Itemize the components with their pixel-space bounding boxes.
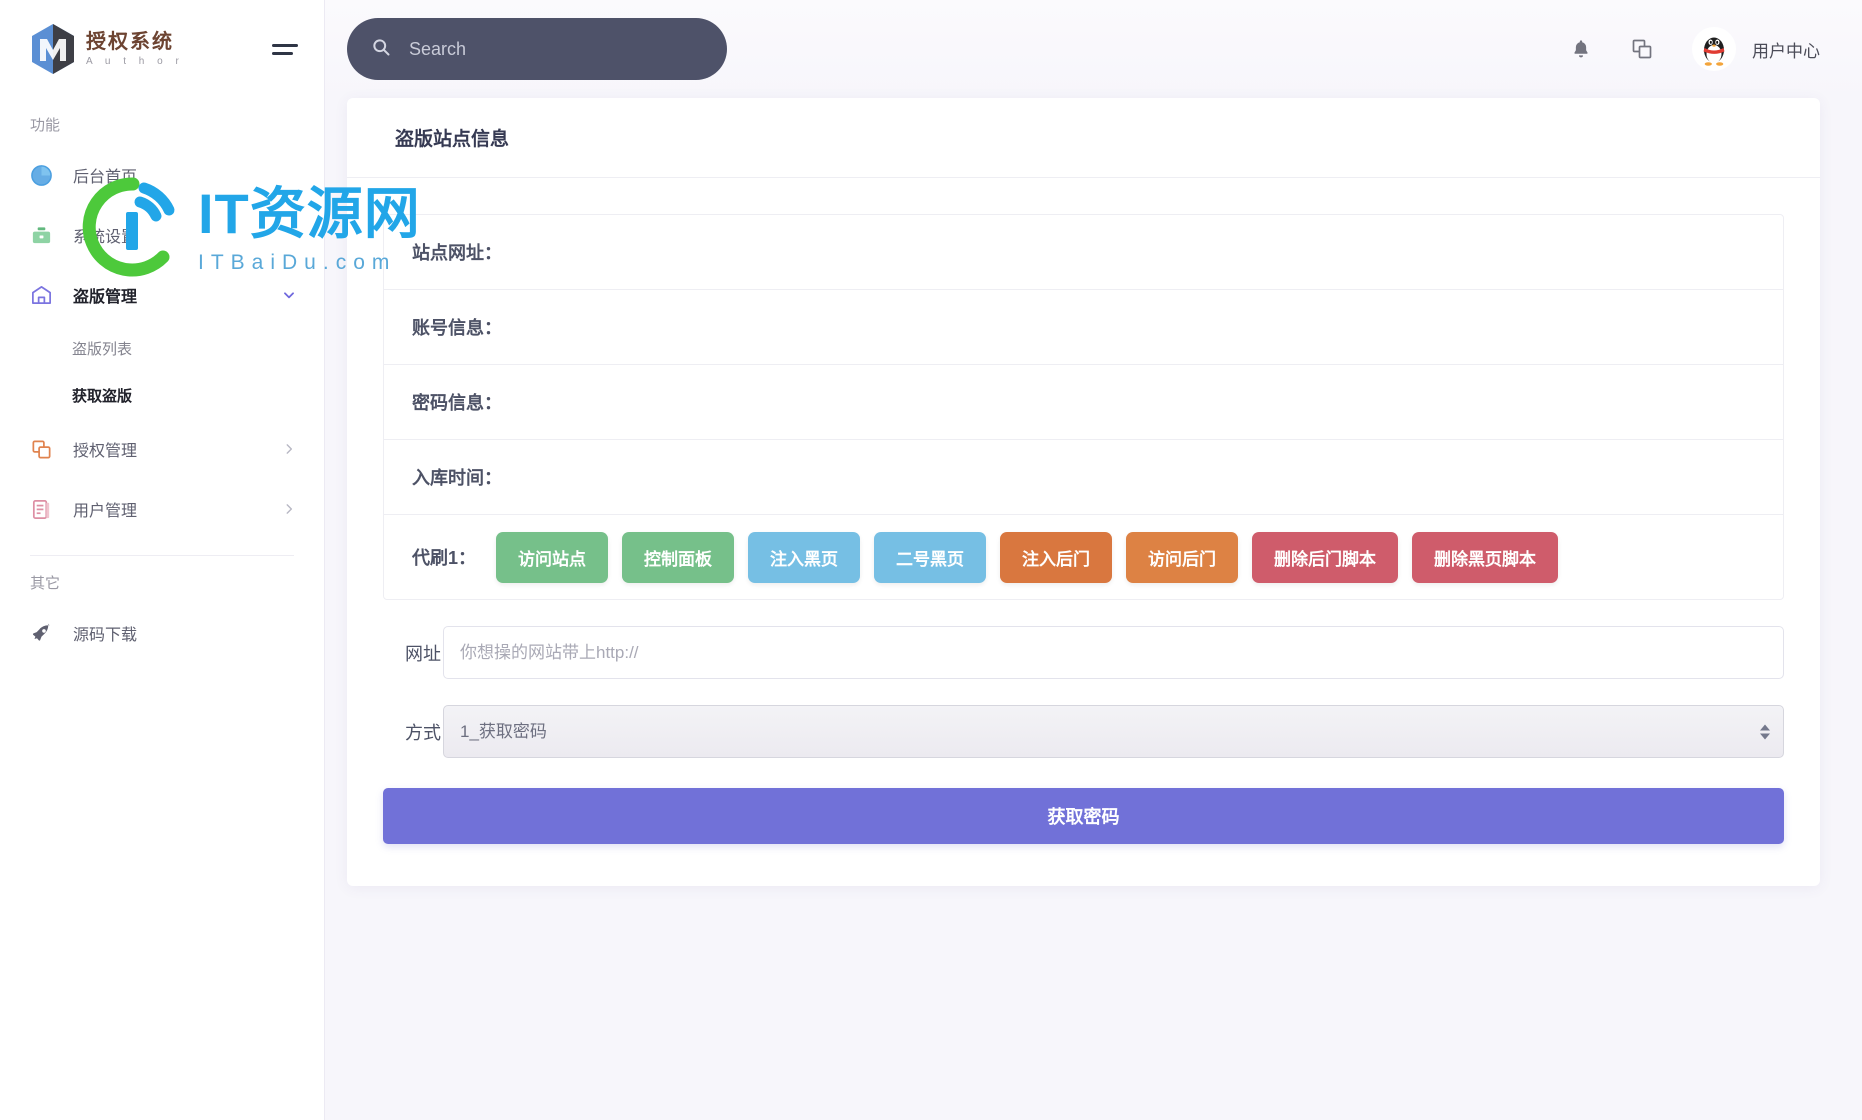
sidebar-subitem-label: 盗版列表 [72, 341, 133, 358]
brand-header: 授权系统 A u t h o r [0, 0, 324, 98]
table-row: 入库时间： [384, 440, 1783, 515]
action-row-label: 代刷1： [412, 548, 477, 568]
control-panel-button[interactable]: 控制面板 [622, 531, 735, 583]
app-root: 授权系统 A u t h o r 功能 后台首页 系统设置 盗版管理 盗版列表 … [0, 0, 1862, 1120]
sidebar-item-label: 用户管理 [73, 503, 138, 520]
sidebar-item-source-download[interactable]: 源码下载 [0, 603, 324, 663]
sidebar-item-label: 授权管理 [73, 443, 138, 460]
pie-chart-icon [30, 164, 53, 187]
visit-site-button[interactable]: 访问站点 [496, 531, 609, 583]
delete-backdoor-script-button[interactable]: 删除后门脚本 [1252, 531, 1399, 583]
content-area: 盗版站点信息 站点网址： 账号信息： 密码信息： 入库时间： 代刷1： 访问站点… [325, 98, 1862, 886]
url-field-row: 网址 [383, 626, 1784, 679]
sidebar-section-other: 其它 [30, 575, 61, 592]
delete-blackpage-script-button[interactable]: 删除黑页脚本 [1412, 531, 1559, 583]
sidebar-section-functions: 功能 [30, 117, 61, 134]
window-copy-icon[interactable] [1630, 37, 1654, 61]
briefcase-icon [30, 224, 53, 247]
sidebar-item-label: 系统设置 [73, 229, 138, 246]
sidebar-subitem-get-piracy[interactable]: 获取盗版 [0, 372, 324, 419]
sidebar-item-piracy-management[interactable]: 盗版管理 [0, 265, 324, 325]
inject-backdoor-button[interactable]: 注入后门 [1000, 531, 1113, 583]
info-label-site-url: 站点网址： [412, 243, 502, 263]
get-password-button[interactable]: 获取密码 [383, 788, 1784, 844]
sidebar-toggle-button[interactable] [272, 43, 298, 55]
sidebar-subitem-piracy-list[interactable]: 盗版列表 [0, 325, 324, 372]
sidebar-item-label: 盗版管理 [73, 289, 138, 306]
chevron-right-icon [282, 502, 296, 516]
sidebar-item-user-management[interactable]: 用户管理 [0, 479, 324, 539]
store-icon [30, 284, 53, 307]
table-row: 站点网址： [384, 215, 1783, 290]
table-row: 密码信息： [384, 365, 1783, 440]
document-icon [30, 498, 53, 521]
info-label-password: 密码信息： [412, 393, 502, 413]
visit-backdoor-button[interactable]: 访问后门 [1126, 531, 1239, 583]
chevron-right-icon [282, 442, 296, 456]
url-input[interactable] [443, 626, 1784, 679]
rocket-icon [30, 622, 53, 645]
search-icon [371, 37, 391, 62]
sidebar-item-system-settings[interactable]: 系统设置 [0, 205, 324, 265]
url-field-label: 网址 [405, 643, 441, 664]
brand-name-cn: 授权系统 [86, 30, 174, 53]
site-info-table: 站点网址： 账号信息： 密码信息： 入库时间： 代刷1： 访问站点 控制面板 注… [383, 214, 1784, 600]
piracy-site-card: 盗版站点信息 站点网址： 账号信息： 密码信息： 入库时间： 代刷1： 访问站点… [347, 98, 1820, 886]
sidebar-item-dashboard[interactable]: 后台首页 [0, 145, 324, 205]
search-box[interactable] [347, 18, 727, 80]
notification-bell-icon[interactable] [1570, 37, 1592, 61]
topbar: 用户中心 [325, 0, 1862, 98]
sidebar-item-label: 源码下载 [73, 627, 138, 644]
method-field-row: 方式 1_获取密码 [383, 705, 1784, 758]
card-title: 盗版站点信息 [347, 98, 1820, 178]
hamburger-bar [272, 43, 298, 47]
sidebar-item-label: 后台首页 [73, 169, 138, 186]
info-label-account: 账号信息： [412, 318, 502, 338]
hamburger-bar [272, 51, 293, 55]
main-area: 用户中心 盗版站点信息 站点网址： 账号信息： [325, 0, 1862, 1120]
topbar-right-group: 用户中心 [1570, 27, 1820, 71]
brand-logo-group[interactable]: 授权系统 A u t h o r [30, 23, 184, 75]
sidebar: 授权系统 A u t h o r 功能 后台首页 系统设置 盗版管理 盗版列表 … [0, 0, 325, 1120]
brand-name-en: A u t h o r [86, 55, 184, 67]
app-logo-icon [30, 23, 76, 75]
sidebar-item-license-management[interactable]: 授权管理 [0, 419, 324, 479]
inject-blackpage-button[interactable]: 注入黑页 [748, 531, 861, 583]
table-row: 账号信息： [384, 290, 1783, 365]
user-center-button[interactable]: 用户中心 [1692, 27, 1820, 71]
method-field-label: 方式 [405, 722, 441, 743]
card-body: 站点网址： 账号信息： 密码信息： 入库时间： 代刷1： 访问站点 控制面板 注… [347, 178, 1820, 886]
sidebar-subitem-label: 获取盗版 [72, 388, 133, 405]
search-input[interactable] [407, 37, 703, 61]
method-select[interactable]: 1_获取密码 [443, 705, 1784, 758]
avatar [1692, 27, 1736, 71]
info-label-stored-time: 入库时间： [412, 468, 502, 488]
method-select-wrapper: 1_获取密码 [443, 705, 1784, 758]
copy-icon [30, 438, 53, 461]
action-button-row: 代刷1： 访问站点 控制面板 注入黑页 二号黑页 注入后门 访问后门 删除后门脚… [384, 515, 1783, 599]
second-blackpage-button[interactable]: 二号黑页 [874, 531, 987, 583]
user-center-label: 用户中心 [1752, 41, 1820, 61]
chevron-down-icon [282, 288, 296, 302]
